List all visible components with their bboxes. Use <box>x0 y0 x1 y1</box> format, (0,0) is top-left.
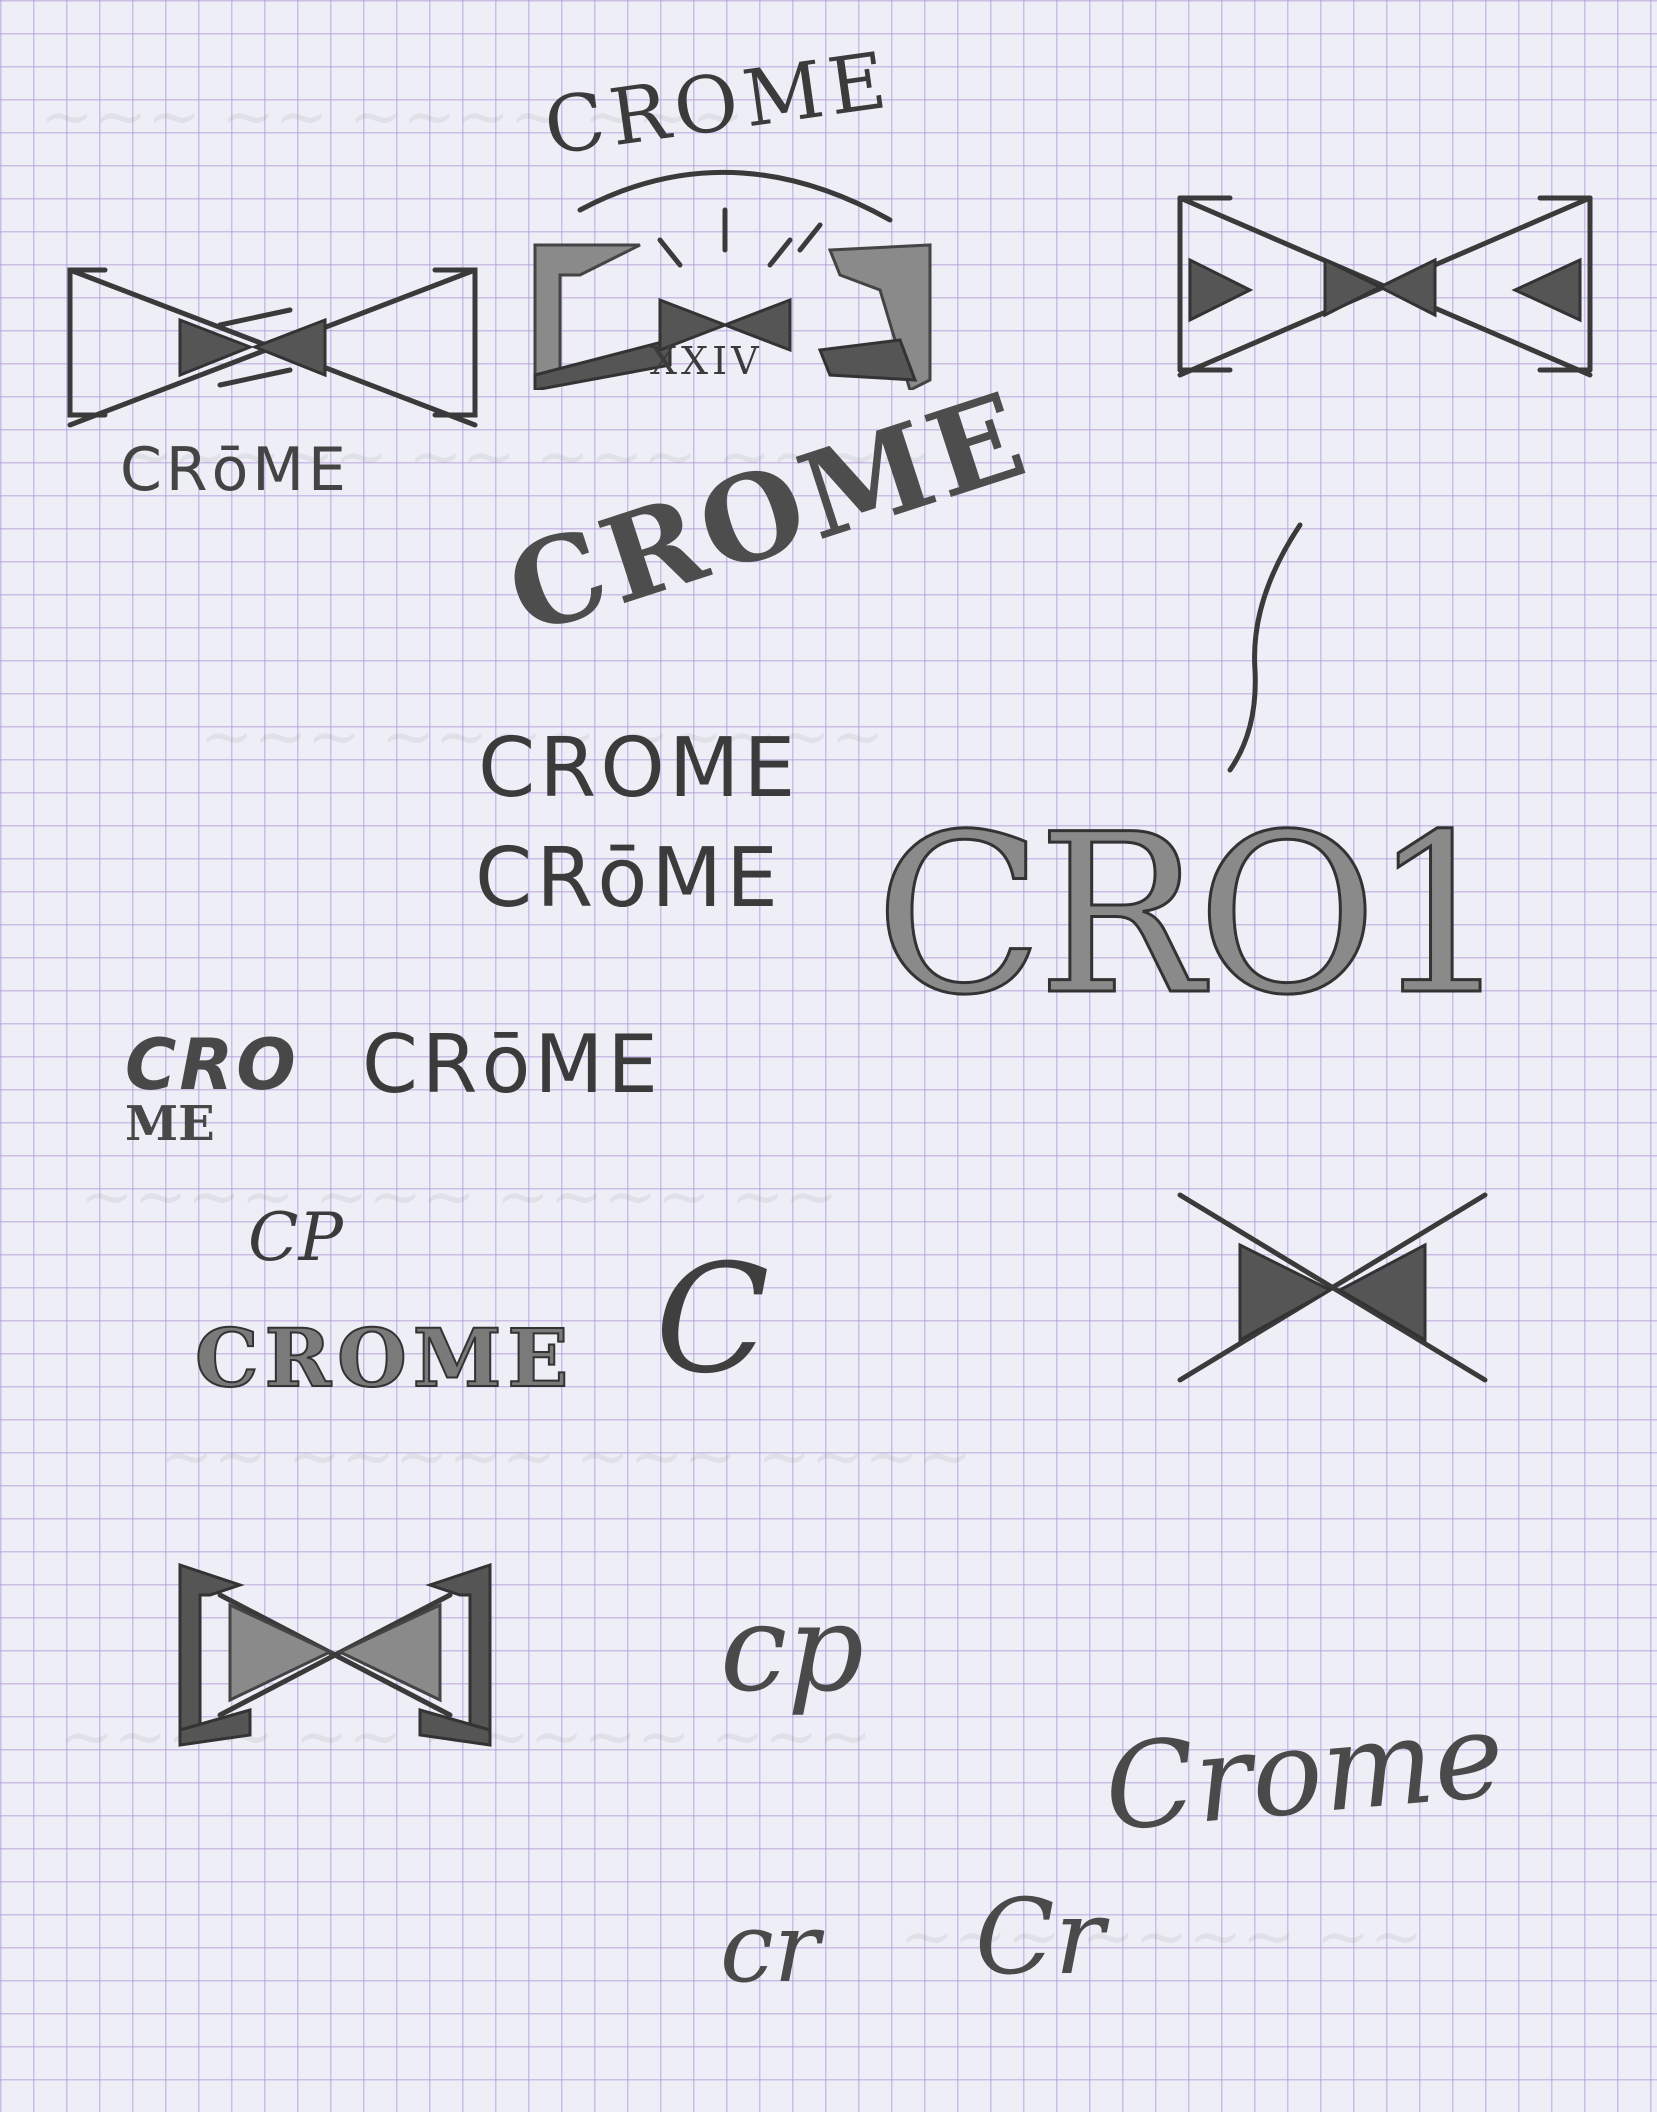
side-wordmark: CRōME <box>362 1018 662 1111</box>
sketch-sheet: ~~~ ~~ ~~~~ ~~~ ~~~~~ ~~ ~~~ ~~~~ ~~~ ~~… <box>0 0 1657 2112</box>
badge-logo: CROME XXIV <box>520 35 960 390</box>
split-wordmark-1: CRO <box>125 1024 299 1106</box>
bowtie-logo-left: CRōME <box>55 250 495 510</box>
script-crome: Crome <box>1099 1685 1510 1858</box>
bowtie-bracket-icon <box>178 1562 492 1747</box>
curve-stroke-icon <box>1227 522 1303 773</box>
stack-wordmark-2: CRōME <box>475 831 782 926</box>
bowtie-frame-icon <box>67 267 478 428</box>
script-cr-left: cr <box>720 1892 820 2004</box>
arched-wordmark: CROME <box>491 364 1044 662</box>
badge-arc-text: CROME <box>539 35 898 174</box>
monogram-cp: CP <box>248 1199 343 1276</box>
split-wordmark-2: ME <box>125 1096 215 1152</box>
bowtie-right-icon <box>1177 195 1593 378</box>
bowtie-x-icon <box>1177 1192 1488 1383</box>
bowtie-logo-bracket <box>170 1560 500 1750</box>
lone-c: C <box>655 1233 770 1407</box>
script-cp: cp <box>720 1580 865 1719</box>
bowtie-logo-right <box>1170 190 1610 390</box>
script-cr-right: Cr <box>975 1876 1105 1998</box>
bowtie-logo-x <box>1175 1190 1495 1390</box>
bowtie-wordmark: CRōME <box>120 435 350 505</box>
stack-wordmark-1: CROME <box>478 721 800 816</box>
big-outline-wordmark: CRO1 <box>873 787 1512 1043</box>
engraved-wordmark: CROME <box>194 1311 575 1405</box>
badge-numeral: XXIV <box>650 339 763 383</box>
